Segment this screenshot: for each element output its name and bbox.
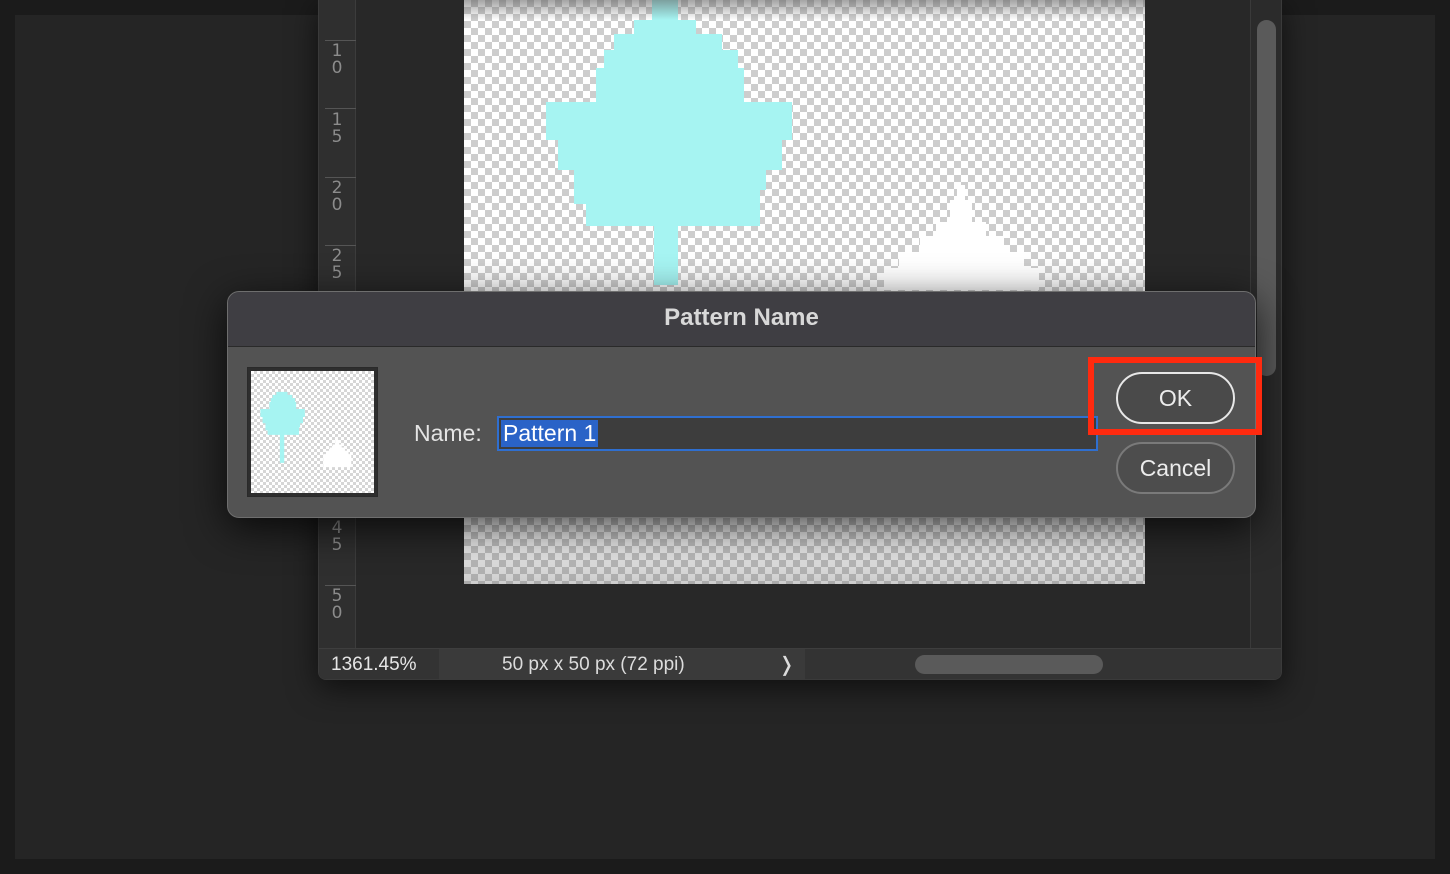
document-info[interactable]: 50 px x 50 px (72 ppi) ❭ (439, 649, 805, 679)
cancel-button[interactable]: Cancel (1116, 442, 1235, 494)
horizontal-scroll-thumb[interactable] (915, 655, 1103, 674)
pattern-preview-icon (251, 371, 374, 493)
ruler-label-45: 45 (331, 518, 343, 555)
zoom-level[interactable]: 1361.45% (319, 649, 437, 679)
ok-button[interactable]: OK (1116, 372, 1235, 424)
ruler-label-50: 50 (331, 586, 343, 623)
cyan-leaf-shape (546, 0, 792, 285)
ruler-label-20: 20 (331, 178, 343, 215)
chevron-right-icon[interactable]: ❭ (778, 649, 795, 679)
status-bar: 1361.45% 50 px x 50 px (72 ppi) ❭ (319, 648, 1281, 679)
name-label: Name: (414, 420, 482, 446)
pattern-name-input[interactable] (497, 416, 1098, 451)
dialog-title: Pattern Name (664, 304, 819, 331)
pattern-preview (247, 367, 378, 497)
dialog-titlebar: Pattern Name (228, 292, 1255, 347)
pattern-name-dialog: Pattern Name Name: Pattern 1 OK Cancel (227, 291, 1256, 518)
ruler-label-10: 10 (331, 41, 343, 78)
artboard-shade-top (464, 0, 1145, 20)
ruler-label-15: 15 (331, 110, 343, 147)
document-info-text: 50 px x 50 px (72 ppi) (502, 654, 685, 675)
artboard-shade-bottom (464, 520, 1145, 584)
vertical-scroll-thumb[interactable] (1257, 20, 1276, 376)
ruler-label-25: 25 (331, 246, 343, 283)
pattern-preview-art (260, 391, 352, 468)
white-leaf-shape (884, 185, 1039, 290)
